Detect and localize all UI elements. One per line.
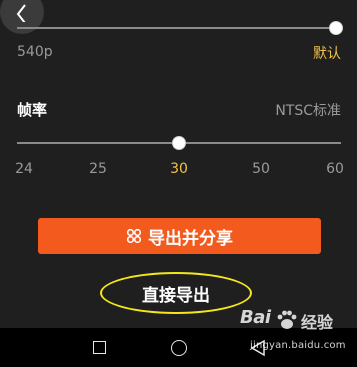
export-and-share-button[interactable]: 导出并分享 (38, 218, 321, 254)
export-and-share-label: 导出并分享 (148, 228, 233, 249)
share-nodes-icon (126, 228, 142, 244)
resolution-slider-track[interactable] (17, 27, 335, 29)
frame-rate-tick-50[interactable]: 50 (252, 161, 270, 177)
frame-rate-tick-24[interactable]: 24 (15, 161, 33, 177)
watermark-brand: Bai (240, 307, 271, 328)
frame-rate-title: 帧率 (17, 101, 48, 119)
resolution-default-label: 默认 (313, 46, 341, 62)
frame-rate-tick-60[interactable]: 60 (326, 161, 344, 177)
frame-rate-standard-label: NTSC标准 (275, 103, 341, 119)
chevron-left-icon (16, 4, 26, 22)
resolution-slider-thumb[interactable] (329, 21, 343, 35)
resolution-current-label: 540p (17, 44, 53, 60)
nav-back-triangle-icon[interactable] (250, 339, 266, 357)
direct-export-highlight[interactable]: 直接导出 (100, 272, 252, 314)
home-icon[interactable] (171, 340, 187, 356)
direct-export-button[interactable]: 直接导出 (142, 281, 210, 306)
frame-rate-slider-thumb[interactable] (172, 136, 186, 150)
frame-rate-tick-30[interactable]: 30 (170, 161, 188, 177)
frame-rate-tick-25[interactable]: 25 (89, 161, 107, 177)
recent-apps-icon[interactable] (93, 341, 106, 354)
export-settings-screen: 540p 默认 帧率 NTSC标准 24 25 30 50 60 导出并分享 直… (0, 0, 357, 367)
system-navigation-bar (0, 328, 357, 367)
